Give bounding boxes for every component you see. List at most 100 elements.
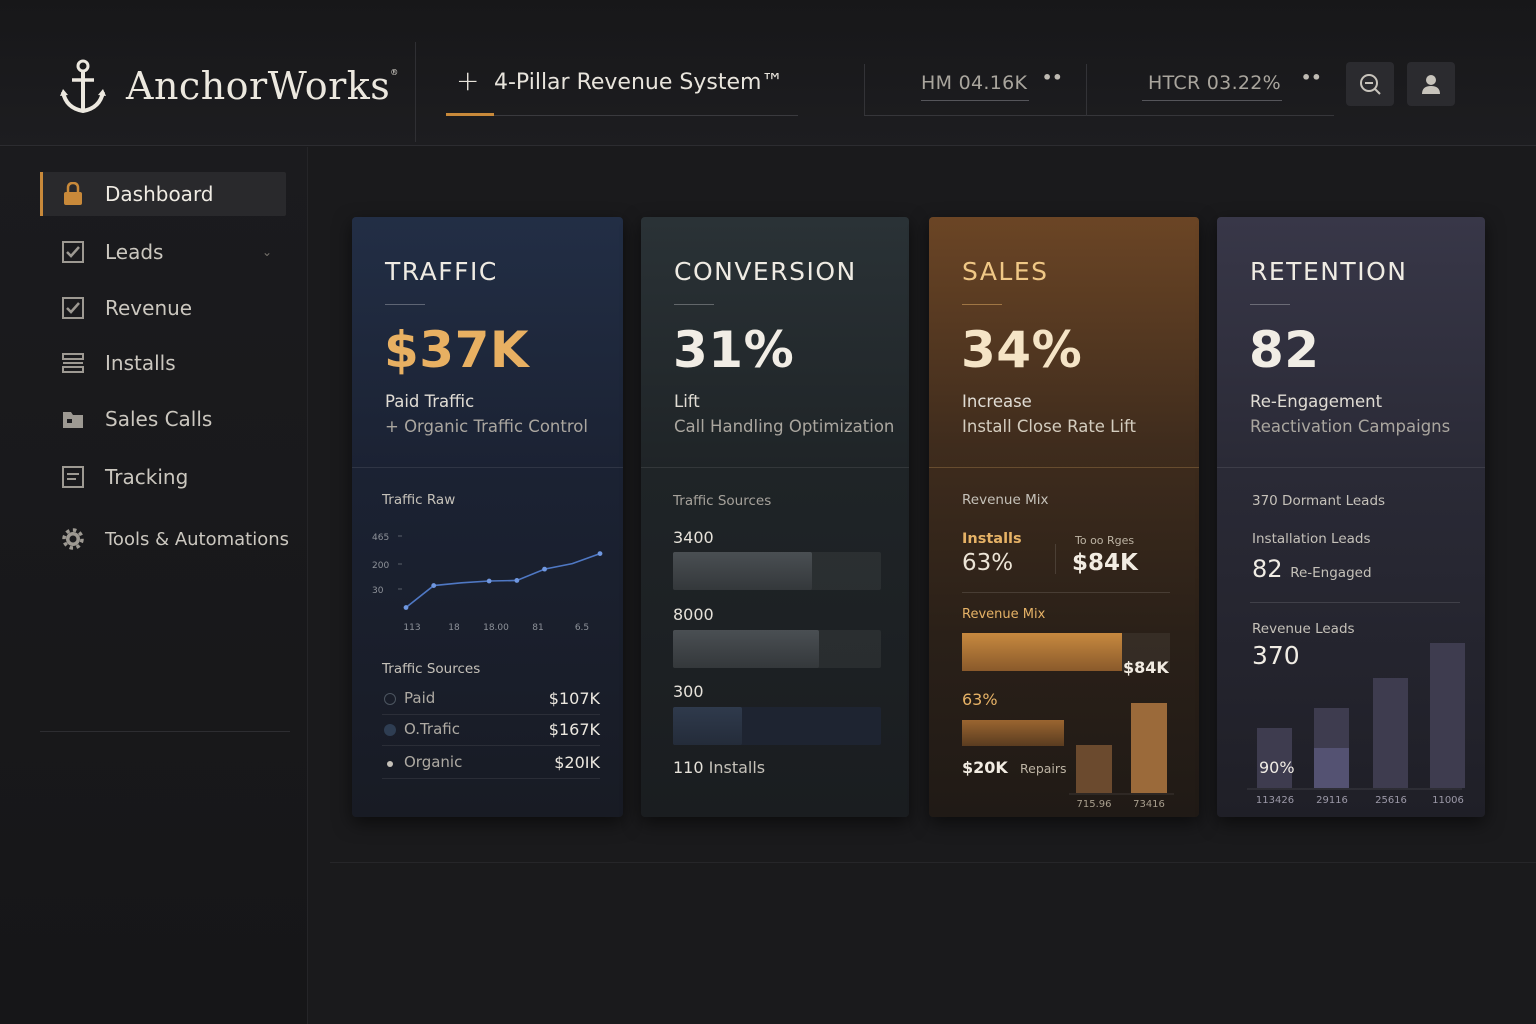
sidebar-item-leads[interactable]: Leads ⌄ <box>40 230 286 274</box>
more-icon[interactable]: •• <box>1042 68 1062 87</box>
chart-title: Traffic Raw <box>382 492 456 508</box>
mix-title: Revenue Mix <box>962 607 1046 622</box>
checkbox-icon <box>60 295 86 321</box>
metric-hm[interactable]: HM 04.16K •• <box>864 64 1086 116</box>
x-tick-label: 113 <box>403 623 420 633</box>
installs-pct: 63% <box>962 550 1014 576</box>
checkbox-icon <box>60 239 86 265</box>
progress-bar <box>673 707 881 745</box>
sources-title: Traffic Sources <box>382 661 481 677</box>
gear-icon <box>60 526 86 552</box>
data-point <box>597 551 603 556</box>
y-tick-label: 465 <box>372 533 389 543</box>
tab-accent <box>446 113 494 116</box>
list-icon <box>60 350 86 376</box>
user-icon <box>1422 75 1440 94</box>
sales-card[interactable]: SALES 34% Increase Install Close Rate Li… <box>929 217 1199 817</box>
mix-title: Revenue Mix <box>962 492 1049 508</box>
bar <box>1076 745 1112 793</box>
app-logo[interactable]: AnchorWorks® <box>60 58 399 114</box>
x-tick-label: 6.5 <box>575 623 589 633</box>
series-line <box>405 552 601 609</box>
lock-icon <box>60 181 86 207</box>
plus-icon[interactable]: + <box>456 64 479 97</box>
app-name: AnchorWorks® <box>126 64 399 108</box>
content-divider <box>330 862 1536 863</box>
search-icon <box>1360 74 1381 95</box>
top-header: AnchorWorks® + 4-Pillar Revenue System™ … <box>0 0 1536 146</box>
sidebar-item-tracking[interactable]: Tracking <box>40 455 286 499</box>
card-title: RETENTION <box>1250 257 1408 286</box>
card-description: Call Handling Optimization <box>674 417 895 436</box>
dormant-leads: 370 Dormant Leads <box>1252 493 1386 509</box>
card-title: SALES <box>962 257 1049 286</box>
card-value: 82 <box>1249 321 1320 379</box>
data-point <box>486 578 492 584</box>
document-icon <box>60 464 86 490</box>
conversion-card[interactable]: CONVERSION 31% Lift Call Handling Optimi… <box>641 217 909 817</box>
y-tick-label: 200 <box>372 561 389 571</box>
bar-segment <box>1314 748 1349 788</box>
circle-filled-icon <box>384 724 396 736</box>
list-item[interactable]: Paid $107K <box>382 684 600 715</box>
total-value: $84K <box>1072 550 1138 576</box>
sidebar: Dashboard Leads ⌄ Revenue Installs Sales… <box>0 147 308 1024</box>
mix-bar-fill <box>962 633 1122 671</box>
card-value: 34% <box>961 321 1083 379</box>
card-description: Reactivation Campaigns <box>1250 417 1451 436</box>
data-point <box>514 578 520 583</box>
retention-card[interactable]: RETENTION 82 Re-Engagement Reactivation … <box>1217 217 1485 817</box>
bullet-icon <box>387 761 393 767</box>
data-point <box>403 605 409 610</box>
profile-button[interactable] <box>1407 62 1455 106</box>
sidebar-item-installs[interactable]: Installs <box>40 341 286 385</box>
sidebar-divider <box>40 731 290 732</box>
traffic-line-chart: 465 200 30 113 18 18.00 81 6.5 <box>372 533 603 633</box>
card-title: CONVERSION <box>674 257 857 286</box>
system-tab[interactable]: + 4-Pillar Revenue System™ <box>446 62 798 116</box>
card-description: Install Close Rate Lift <box>962 417 1136 436</box>
more-icon[interactable]: •• <box>1301 68 1321 87</box>
x-tick-label: 25616 <box>1375 795 1407 806</box>
header-divider <box>415 42 416 142</box>
reengaged-count: 82 Re-Engaged <box>1252 555 1372 583</box>
card-value: 31% <box>673 321 795 379</box>
traffic-card[interactable]: TRAFFIC $37K Paid Traffic + Organic Traf… <box>352 217 623 817</box>
card-subtitle: Paid Traffic <box>385 392 475 411</box>
sidebar-item-sales-calls[interactable]: Sales Calls <box>40 397 286 441</box>
y-tick-label: 30 <box>372 586 384 596</box>
metric-htcr[interactable]: HTCR 03.22% •• <box>1087 64 1334 116</box>
progress-bar <box>673 630 881 668</box>
x-tick-label: 113426 <box>1256 795 1294 806</box>
sidebar-item-revenue[interactable]: Revenue <box>40 286 286 330</box>
card-subtitle: Increase <box>962 392 1032 411</box>
system-title: 4-Pillar Revenue System™ <box>494 70 784 95</box>
card-title: TRAFFIC <box>385 257 498 286</box>
retention-bar-chart: 113426 29116 25616 11006 <box>1247 643 1465 806</box>
bar-label: 300 <box>673 682 704 701</box>
repairs-value: $20K <box>962 758 1008 777</box>
anchor-icon <box>60 59 106 114</box>
x-tick-label: 715.96 <box>1077 799 1112 808</box>
repairs-bar <box>962 720 1064 746</box>
chevron-down-icon[interactable]: ⌄ <box>262 245 272 259</box>
search-button[interactable] <box>1346 62 1394 106</box>
x-tick-label: 81 <box>532 623 543 633</box>
x-tick-label: 29116 <box>1316 795 1348 806</box>
sidebar-item-dashboard[interactable]: Dashboard <box>40 172 286 216</box>
data-point <box>431 583 437 588</box>
x-tick-label: 18.00 <box>483 623 509 633</box>
sidebar-item-tools-automations[interactable]: Tools & Automations <box>40 517 289 561</box>
card-subtitle: Re-Engagement <box>1250 392 1383 411</box>
list-item[interactable]: Organic $20IK <box>382 748 600 779</box>
sales-bar-chart: 715.96 73416 <box>1069 703 1174 808</box>
bar <box>1430 643 1465 788</box>
bar <box>1373 678 1408 788</box>
card-description: + Organic Traffic Control <box>385 417 588 436</box>
x-tick-label: 11006 <box>1432 795 1464 806</box>
bar <box>1131 703 1167 793</box>
progress-bar <box>673 552 881 590</box>
bar-label: 8000 <box>673 605 714 624</box>
x-tick-label: 18 <box>448 623 460 633</box>
list-item[interactable]: O.Trafic $167K <box>382 715 600 746</box>
